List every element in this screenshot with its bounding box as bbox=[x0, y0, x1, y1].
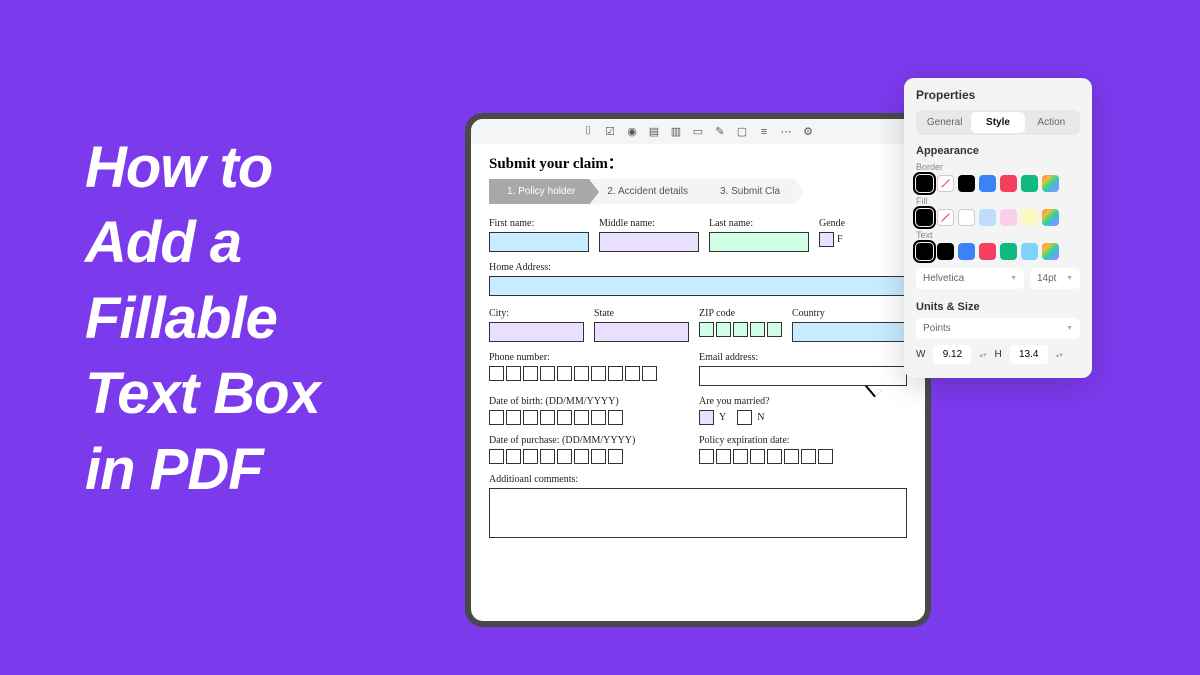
color-swatch[interactable] bbox=[958, 243, 975, 260]
properties-panel: Properties General Style Action Appearan… bbox=[904, 78, 1092, 378]
color-swatch[interactable] bbox=[1042, 175, 1059, 192]
step-1[interactable]: 1. Policy holder bbox=[489, 179, 589, 204]
color-swatch[interactable] bbox=[916, 175, 933, 192]
state-label: State bbox=[594, 308, 689, 319]
color-swatch[interactable] bbox=[1021, 175, 1038, 192]
color-swatch[interactable] bbox=[958, 175, 975, 192]
zip-input[interactable] bbox=[699, 322, 782, 337]
checkbox-icon[interactable]: ☑ bbox=[604, 125, 617, 138]
more-icon[interactable]: ⋯ bbox=[780, 125, 793, 138]
city-input[interactable] bbox=[489, 322, 584, 342]
dop-input[interactable] bbox=[489, 449, 689, 464]
comments-label: Additioanl comments: bbox=[489, 474, 907, 485]
city-label: City: bbox=[489, 308, 584, 319]
color-swatch[interactable] bbox=[916, 209, 933, 226]
step-3[interactable]: 3. Submit Cla bbox=[702, 179, 794, 204]
color-swatch[interactable] bbox=[958, 209, 975, 226]
text-swatches bbox=[916, 243, 1080, 260]
address-input[interactable] bbox=[489, 276, 907, 296]
combo-icon[interactable]: ▥ bbox=[670, 125, 683, 138]
form-steps: 1. Policy holder 2. Accident details 3. … bbox=[471, 179, 925, 214]
color-swatch[interactable] bbox=[979, 175, 996, 192]
form-title: Submit your claim： bbox=[471, 144, 925, 179]
color-swatch[interactable] bbox=[937, 209, 954, 226]
email-label: Email address: bbox=[699, 352, 907, 363]
text-field-icon[interactable]: ⌷ bbox=[582, 125, 595, 138]
married-label: Are you married? bbox=[699, 396, 907, 407]
font-size-select[interactable]: 14pt▼ bbox=[1030, 268, 1080, 289]
signature-icon[interactable]: ✎ bbox=[714, 125, 727, 138]
editor-toolbar: ⌷ ☑ ◉ ▤ ▥ ▭ ✎ ▢ ≡ ⋯ ⚙ bbox=[471, 119, 925, 144]
dop-label: Date of purchase: (DD/MM/YYYY) bbox=[489, 435, 689, 446]
font-select[interactable]: Helvetica▼ bbox=[916, 268, 1024, 289]
fill-swatches bbox=[916, 209, 1080, 226]
tab-action[interactable]: Action bbox=[1025, 112, 1078, 133]
comments-input[interactable] bbox=[489, 488, 907, 538]
middle-name-label: Middle name: bbox=[599, 218, 699, 229]
border-swatches bbox=[916, 175, 1080, 192]
appearance-heading: Appearance bbox=[916, 145, 1080, 157]
color-swatch[interactable] bbox=[937, 175, 954, 192]
color-swatch[interactable] bbox=[1000, 175, 1017, 192]
border-label: Border bbox=[916, 162, 1080, 172]
middle-name-input[interactable] bbox=[599, 232, 699, 252]
panel-tabs: General Style Action bbox=[916, 110, 1080, 135]
page-headline: How to Add a Fillable Text Box in PDF bbox=[85, 130, 320, 507]
zip-label: ZIP code bbox=[699, 308, 782, 319]
units-select[interactable]: Points▼ bbox=[916, 318, 1080, 339]
width-input[interactable] bbox=[933, 345, 971, 364]
tab-style[interactable]: Style bbox=[971, 112, 1024, 133]
married-y-box[interactable] bbox=[699, 410, 714, 425]
exp-input[interactable] bbox=[699, 449, 907, 464]
dob-input[interactable] bbox=[489, 410, 689, 425]
first-name-label: First name: bbox=[489, 218, 589, 229]
color-swatch[interactable] bbox=[916, 243, 933, 260]
button-icon[interactable]: ▭ bbox=[692, 125, 705, 138]
first-name-input[interactable] bbox=[489, 232, 589, 252]
color-swatch[interactable] bbox=[979, 209, 996, 226]
text-label: Text bbox=[916, 230, 1080, 240]
last-name-input[interactable] bbox=[709, 232, 809, 252]
color-swatch[interactable] bbox=[1000, 209, 1017, 226]
color-swatch[interactable] bbox=[1042, 209, 1059, 226]
color-swatch[interactable] bbox=[1042, 243, 1059, 260]
last-name-label: Last name: bbox=[709, 218, 809, 229]
settings-icon[interactable]: ⚙ bbox=[802, 125, 815, 138]
gender-label: Gende bbox=[819, 218, 879, 229]
color-swatch[interactable] bbox=[979, 243, 996, 260]
list-icon[interactable]: ▤ bbox=[648, 125, 661, 138]
radio-icon[interactable]: ◉ bbox=[626, 125, 639, 138]
image-icon[interactable]: ▢ bbox=[736, 125, 749, 138]
fill-label: Fill bbox=[916, 196, 1080, 206]
color-swatch[interactable] bbox=[1000, 243, 1017, 260]
country-input[interactable] bbox=[792, 322, 907, 342]
phone-label: Phone number: bbox=[489, 352, 689, 363]
height-input[interactable] bbox=[1010, 345, 1048, 364]
address-label: Home Address: bbox=[489, 262, 907, 273]
pdf-editor-window: ⌷ ☑ ◉ ▤ ▥ ▭ ✎ ▢ ≡ ⋯ ⚙ Submit your claim：… bbox=[465, 113, 931, 627]
w-label: W bbox=[916, 349, 925, 360]
h-label: H bbox=[994, 349, 1001, 360]
panel-title: Properties bbox=[916, 88, 1080, 102]
country-label: Country bbox=[792, 308, 907, 319]
form-body: First name: Middle name: Last name: Gend… bbox=[471, 214, 925, 542]
color-swatch[interactable] bbox=[1021, 243, 1038, 260]
phone-input[interactable] bbox=[489, 366, 689, 381]
align-icon[interactable]: ≡ bbox=[758, 125, 771, 138]
units-size-heading: Units & Size bbox=[916, 301, 1080, 313]
step-2[interactable]: 2. Accident details bbox=[589, 179, 702, 204]
gender-f-box[interactable] bbox=[819, 232, 834, 247]
color-swatch[interactable] bbox=[937, 243, 954, 260]
exp-label: Policy expiration date: bbox=[699, 435, 907, 446]
state-input[interactable] bbox=[594, 322, 689, 342]
married-n-box[interactable] bbox=[737, 410, 752, 425]
dob-label: Date of birth: (DD/MM/YYYY) bbox=[489, 396, 689, 407]
tab-general[interactable]: General bbox=[918, 112, 971, 133]
color-swatch[interactable] bbox=[1021, 209, 1038, 226]
gender-f-label: F bbox=[837, 234, 843, 245]
